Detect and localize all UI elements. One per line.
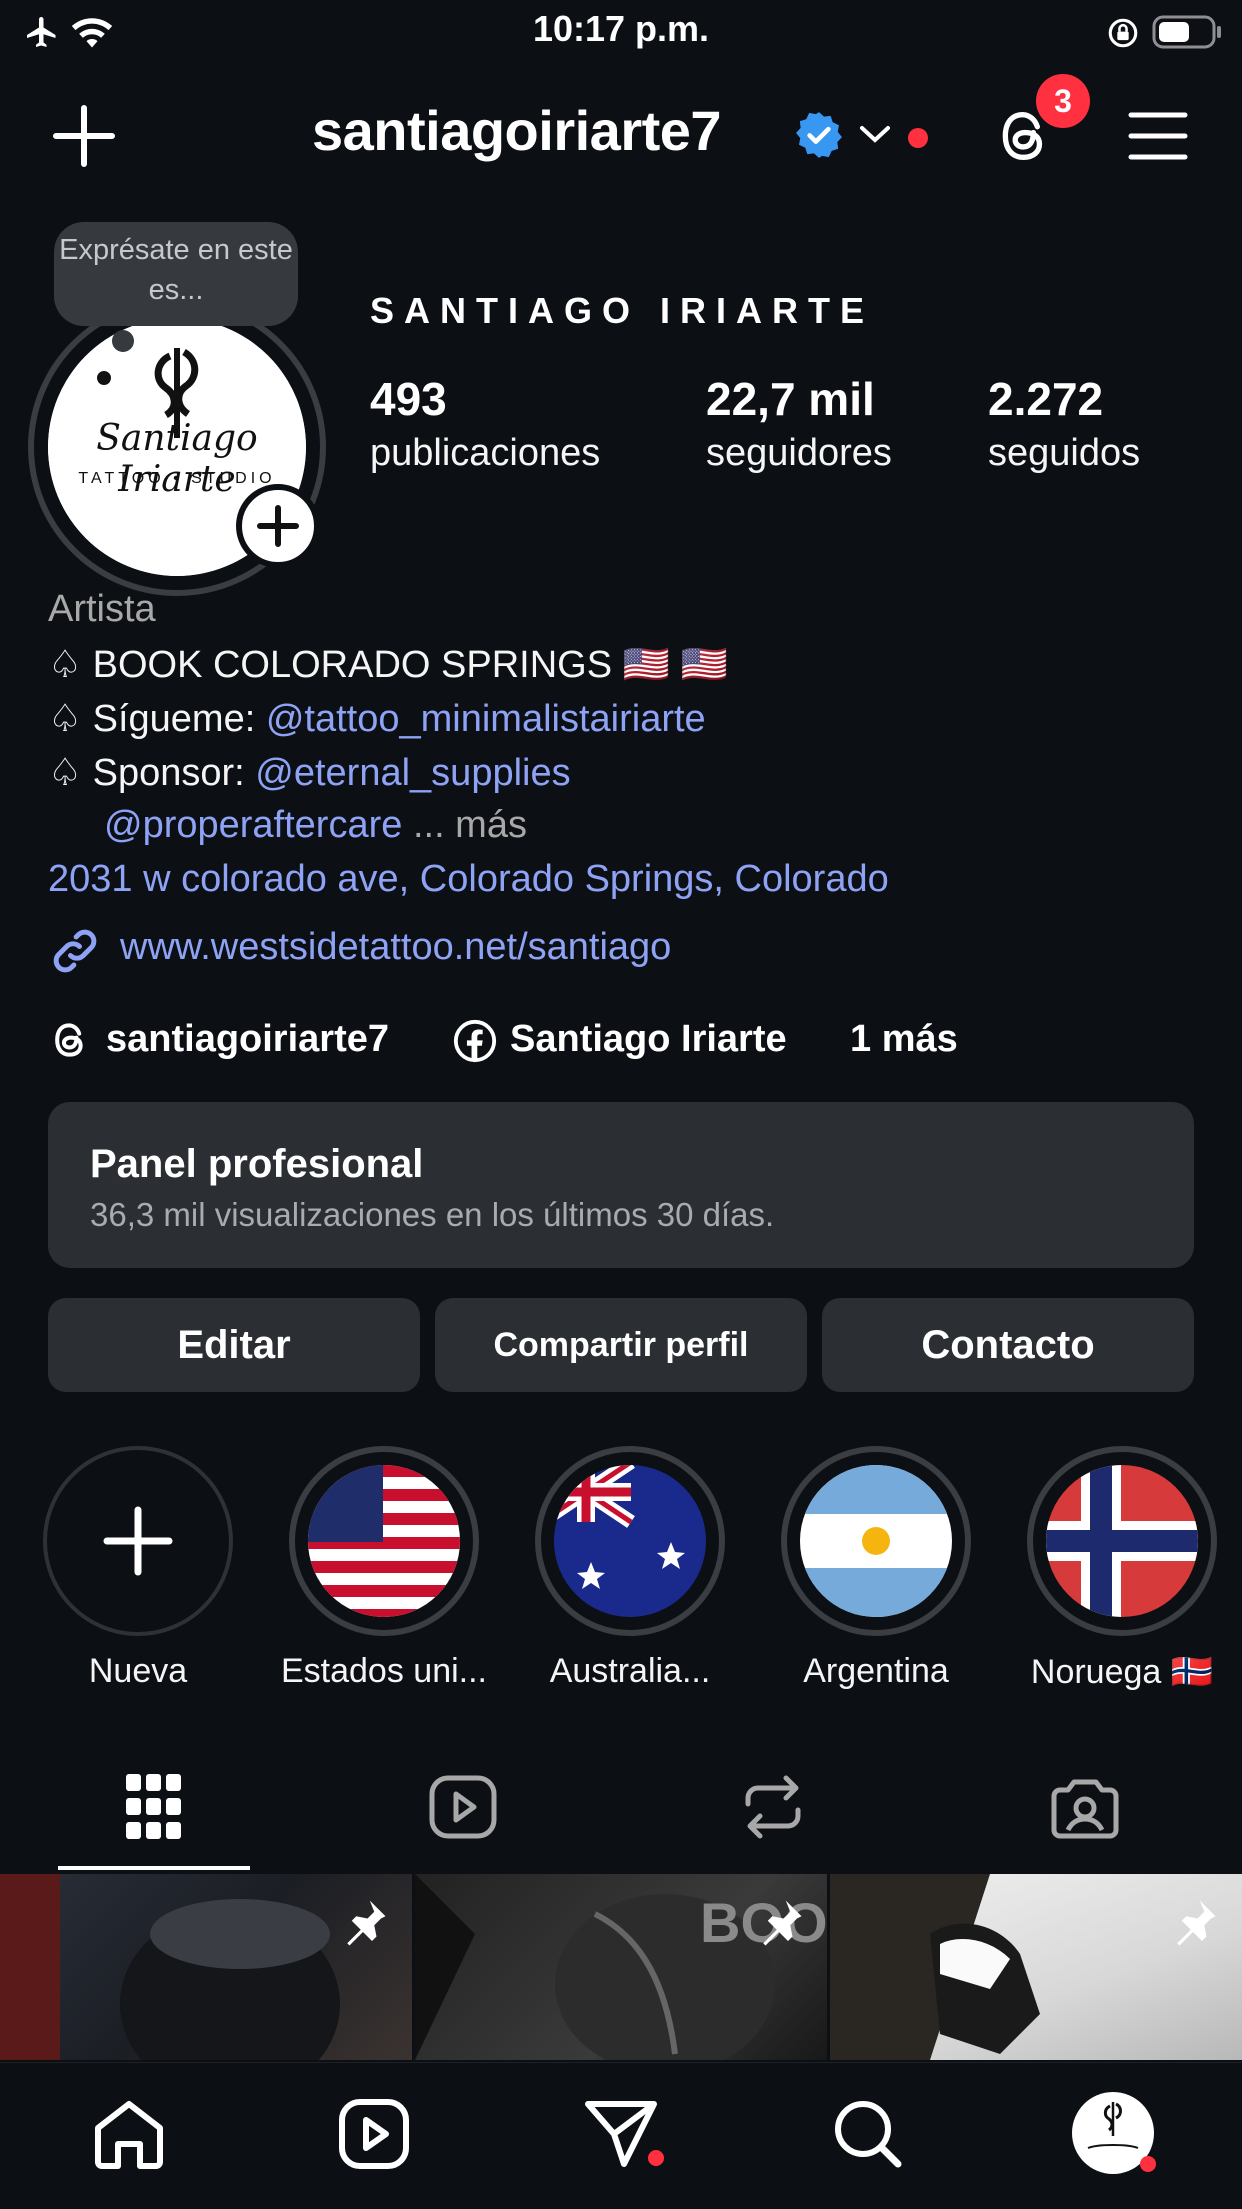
bio-line: ♤ Sígueme: @tattoo_minimalistairiarte (48, 696, 706, 741)
link-icon (48, 924, 102, 978)
highlight-label: Estados uni... (280, 1652, 487, 1690)
facebook-link[interactable]: Santiago Iriarte (510, 1018, 787, 1061)
bio-line: ♤ BOOK COLORADO SPRINGS 🇺🇸 🇺🇸 (48, 644, 728, 686)
bio-line: ♤ Sponsor: @eternal_supplies (48, 750, 571, 795)
rotation-lock-icon (1106, 16, 1140, 50)
following-label[interactable]: seguidos (988, 432, 1140, 475)
share-profile-button[interactable]: Compartir perfil (435, 1298, 807, 1392)
followers-count[interactable]: 22,7 mil (706, 372, 875, 426)
bio-category: Artista (48, 588, 156, 630)
panel-subtitle: 36,3 mil visualizaciones en los últimos … (90, 1196, 775, 1233)
edit-profile-button[interactable]: Editar (48, 1298, 420, 1392)
highlight-label: Australia... (549, 1652, 711, 1690)
highlight-label: Argentina (803, 1652, 949, 1690)
following-count[interactable]: 2.272 (988, 372, 1103, 426)
contact-button[interactable]: Contacto (822, 1298, 1194, 1392)
grid-tab-icon[interactable] (126, 1774, 182, 1840)
highlight-usa[interactable] (289, 1446, 479, 1636)
website-link[interactable]: www.westsidetattoo.net/santiago (120, 926, 671, 969)
highlight-australia[interactable] (535, 1446, 725, 1636)
followers-label[interactable]: seguidores (706, 432, 892, 475)
menu-icon[interactable] (1128, 110, 1188, 162)
mention-link[interactable]: @properaftercare (104, 804, 402, 846)
bio-text: ♤ Sígueme: (48, 698, 266, 740)
mention-link[interactable]: @eternal_supplies (255, 752, 570, 794)
reels-tab-icon[interactable] (428, 1774, 498, 1840)
mention-link[interactable]: @tattoo_minimalistairiarte (266, 698, 706, 740)
facebook-icon (452, 1018, 498, 1064)
profile-notification-dot (1140, 2156, 1156, 2172)
bio-text: ♤ Sponsor: (48, 752, 256, 794)
display-name: SANTIAGO IRIARTE (370, 290, 875, 331)
messages-notification-dot (648, 2150, 664, 2166)
highlight-norway[interactable] (1027, 1446, 1217, 1636)
home-icon[interactable] (92, 2098, 166, 2170)
new-highlight-button[interactable] (43, 1446, 233, 1636)
reposts-tab-icon[interactable] (738, 1774, 808, 1840)
bio-line: @properaftercare ... más (104, 804, 527, 847)
posts-count[interactable]: 493 (370, 372, 447, 426)
address-link[interactable]: 2031 w colorado ave, Colorado Springs, C… (48, 858, 889, 901)
note-bubble-tail (112, 330, 134, 352)
chevron-down-icon[interactable] (858, 122, 892, 146)
status-time: 10:17 p.m. (532, 8, 710, 49)
account-notification-dot (908, 128, 928, 148)
highlight-label: Noruega 🇳🇴 (1030, 1653, 1214, 1691)
reels-icon[interactable] (338, 2098, 410, 2170)
messages-icon[interactable] (584, 2098, 658, 2170)
threads-link[interactable]: santiagoiriarte7 (106, 1018, 389, 1061)
highlight-label: Nueva (88, 1652, 188, 1690)
pin-icon (752, 1896, 806, 1950)
battery-icon (1152, 14, 1224, 50)
add-icon[interactable] (52, 104, 116, 168)
verified-icon (794, 110, 844, 160)
threads-small-icon (48, 1018, 92, 1062)
more-links-button[interactable]: 1 más (850, 1018, 958, 1061)
tagged-tab-icon[interactable] (1050, 1774, 1120, 1840)
search-icon[interactable] (832, 2098, 904, 2170)
pin-icon (1166, 1896, 1220, 1950)
profile-username[interactable]: santiagoiriarte7 (312, 98, 722, 163)
add-story-button[interactable] (236, 484, 320, 568)
pin-icon (336, 1896, 390, 1950)
more-link[interactable]: ... más (402, 804, 527, 846)
note-bubble[interactable]: Exprésate en este es... (54, 222, 298, 326)
threads-badge: 3 (1036, 74, 1090, 128)
highlight-argentina[interactable] (781, 1446, 971, 1636)
active-tab-indicator (58, 1866, 250, 1870)
posts-label[interactable]: publicaciones (370, 432, 600, 475)
panel-title: Panel profesional (90, 1142, 424, 1186)
